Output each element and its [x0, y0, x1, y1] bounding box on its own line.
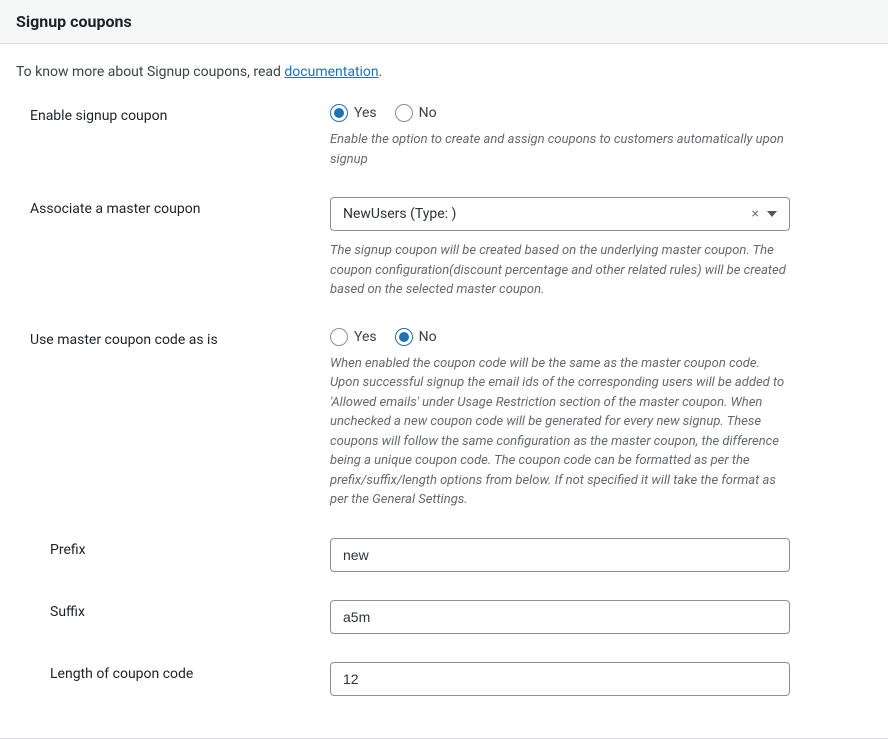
intro-suffix: . [379, 64, 383, 80]
content-area: To know more about Signup coupons, read … [0, 44, 888, 730]
radio-icon [395, 104, 413, 122]
intro-text: To know more about Signup coupons, read … [16, 64, 872, 80]
use-master-no-option[interactable]: No [395, 328, 437, 346]
prefix-row: Prefix [16, 538, 872, 572]
use-master-label: Use master coupon code as is [30, 328, 330, 348]
enable-yes-label: Yes [354, 105, 377, 121]
page-header: Signup coupons [0, 0, 888, 44]
associate-label: Associate a master coupon [30, 197, 330, 217]
select-actions: × [752, 207, 777, 221]
use-master-no-label: No [419, 329, 437, 345]
intro-prefix: To know more about Signup coupons, read [16, 64, 284, 80]
suffix-control [330, 600, 790, 634]
chevron-down-icon [767, 211, 777, 217]
suffix-input[interactable] [330, 600, 790, 634]
associate-row: Associate a master coupon NewUsers (Type… [16, 197, 872, 300]
enable-signup-control: Yes No Enable the option to create and a… [330, 104, 790, 169]
use-master-description: When enabled the coupon code will be the… [330, 354, 790, 510]
radio-icon [330, 104, 348, 122]
prefix-input[interactable] [330, 538, 790, 572]
radio-icon [395, 328, 413, 346]
enable-signup-label: Enable signup coupon [30, 104, 330, 124]
length-control [330, 662, 790, 696]
use-master-radio-group: Yes No [330, 328, 790, 346]
prefix-control [330, 538, 790, 572]
master-coupon-select[interactable]: NewUsers (Type: ) × [330, 197, 790, 231]
associate-control: NewUsers (Type: ) × The signup coupon wi… [330, 197, 790, 300]
use-master-row: Use master coupon code as is Yes No When… [16, 328, 872, 510]
enable-no-option[interactable]: No [395, 104, 437, 122]
clear-icon[interactable]: × [752, 207, 759, 221]
page-title: Signup coupons [16, 12, 872, 31]
select-value: NewUsers (Type: ) [343, 206, 456, 222]
use-master-yes-option[interactable]: Yes [330, 328, 377, 346]
bottom-divider [0, 738, 888, 739]
prefix-label: Prefix [50, 538, 330, 558]
associate-description: The signup coupon will be created based … [330, 241, 790, 300]
enable-description: Enable the option to create and assign c… [330, 130, 790, 169]
suffix-label: Suffix [50, 600, 330, 620]
length-row: Length of coupon code [16, 662, 872, 696]
documentation-link[interactable]: documentation [284, 64, 378, 80]
suffix-row: Suffix [16, 600, 872, 634]
length-label: Length of coupon code [50, 662, 330, 682]
enable-no-label: No [419, 105, 437, 121]
enable-signup-row: Enable signup coupon Yes No Enable the o… [16, 104, 872, 169]
use-master-control: Yes No When enabled the coupon code will… [330, 328, 790, 510]
length-input[interactable] [330, 662, 790, 696]
radio-icon [330, 328, 348, 346]
use-master-yes-label: Yes [354, 329, 377, 345]
enable-yes-option[interactable]: Yes [330, 104, 377, 122]
enable-signup-radio-group: Yes No [330, 104, 790, 122]
